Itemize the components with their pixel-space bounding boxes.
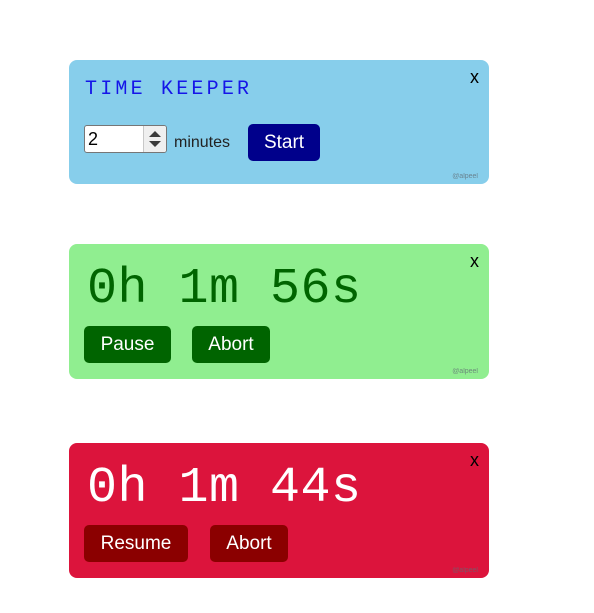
minutes-label: minutes [174,134,231,151]
app-title: TIME KEEPER [85,78,253,101]
abort-button[interactable]: Abort [210,525,288,562]
pause-button[interactable]: Pause [84,326,171,363]
start-button[interactable]: Start [248,124,320,161]
timekeeper-setup-card: x TIME KEEPER minutes Start @alpeel [69,60,489,184]
close-button[interactable]: x [470,68,479,86]
close-button[interactable]: x [470,252,479,270]
stepper-up-icon[interactable] [149,131,161,137]
minutes-stepper[interactable] [143,126,166,152]
minutes-input-container [84,125,167,153]
timer-display: 0h 1m 44s [87,460,362,517]
abort-button[interactable]: Abort [192,326,270,363]
stepper-down-icon[interactable] [149,141,161,147]
resume-button[interactable]: Resume [84,525,188,562]
timer-display: 0h 1m 56s [87,261,362,318]
credit-text: @alpeel [452,567,478,574]
paused-timer-card: x 0h 1m 44s Resume Abort @alpeel [69,443,489,578]
close-button[interactable]: x [470,451,479,469]
running-timer-card: x 0h 1m 56s Pause Abort @alpeel [69,244,489,379]
credit-text: @alpeel [452,368,478,375]
credit-text: @alpeel [452,173,478,180]
minutes-input[interactable] [88,128,138,150]
